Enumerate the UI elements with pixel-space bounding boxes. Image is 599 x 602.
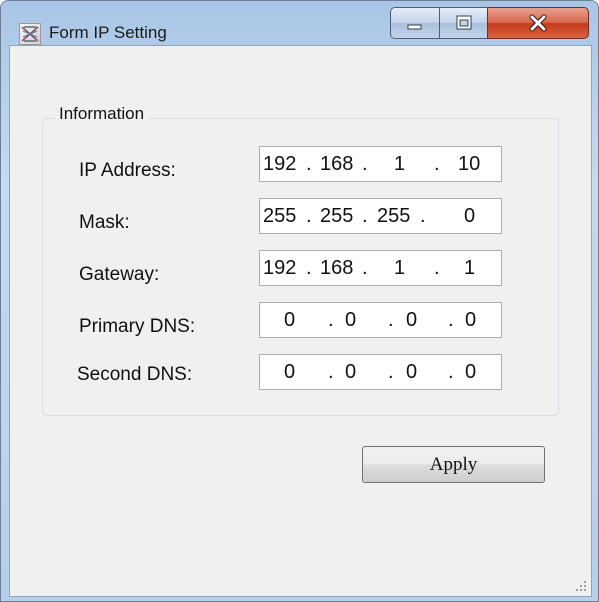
mask-label: Mask: [79, 212, 130, 233]
primary-dns-octet-4: 0 [465, 309, 477, 331]
apply-button[interactable]: Apply [362, 446, 545, 483]
primary-dns-octet-3: 0 [406, 309, 418, 331]
minimize-icon [407, 24, 422, 30]
gateway-octet-4: 1 [464, 257, 476, 279]
primary-dns-label: Primary DNS: [79, 316, 196, 337]
gateway-dot-3: . [434, 257, 440, 279]
close-icon [529, 14, 547, 32]
second-dns-octet-3: 0 [406, 361, 418, 383]
client-area: Information IP Address: 192 . 168 . 1 . … [9, 45, 592, 597]
mask-field[interactable]: 255 . 255 . 255 . 0 [259, 198, 502, 234]
primary-dns-field[interactable]: 0 . 0 . 0 . 0 [259, 302, 502, 338]
ip-dot-2: . [362, 153, 368, 175]
ip-address-field[interactable]: 192 . 168 . 1 . 10 [259, 146, 502, 182]
ip-dot-1: . [306, 153, 312, 175]
caption-buttons [390, 7, 589, 39]
gateway-field[interactable]: 192 . 168 . 1 . 1 [259, 250, 502, 286]
second-dns-octet-2: 0 [345, 361, 357, 383]
mask-dot-2: . [362, 205, 368, 227]
ip-octet-1: 192 [263, 153, 297, 175]
primary-dns-octet-2: 0 [345, 309, 357, 331]
ip-octet-3: 1 [394, 153, 406, 175]
window-title: Form IP Setting [49, 23, 167, 42]
second-dns-field[interactable]: 0 . 0 . 0 . 0 [259, 354, 502, 390]
form-ip-setting-window: Form IP Setting Information IP Address: … [0, 0, 599, 602]
primary-dns-octet-1: 0 [284, 309, 296, 331]
title-bar[interactable]: Form IP Setting [1, 1, 598, 45]
second-dns-octet-1: 0 [284, 361, 296, 383]
ip-dot-3: . [434, 153, 440, 175]
primary-dns-dot-3: . [448, 309, 454, 331]
gateway-octet-1: 192 [263, 257, 297, 279]
maximize-icon [456, 15, 471, 30]
second-dns-octet-4: 0 [465, 361, 477, 383]
gateway-octet-2: 168 [320, 257, 354, 279]
ip-octet-2: 168 [320, 153, 354, 175]
mask-dot-3: . [420, 205, 426, 227]
primary-dns-dot-1: . [328, 309, 334, 331]
gateway-dot-1: . [306, 257, 312, 279]
network-setup-icon[interactable] [19, 23, 41, 45]
groupbox-title: Information [55, 104, 149, 124]
close-button[interactable] [487, 7, 589, 39]
resize-grip-icon[interactable] [575, 580, 587, 592]
second-dns-dot-3: . [448, 361, 454, 383]
minimize-button[interactable] [390, 7, 440, 39]
mask-octet-1: 255 [263, 205, 297, 227]
ip-address-label: IP Address: [79, 160, 176, 181]
ip-octet-4: 10 [458, 153, 481, 175]
maximize-button[interactable] [439, 7, 488, 39]
gateway-dot-2: . [362, 257, 368, 279]
mask-octet-2: 255 [320, 205, 354, 227]
gateway-label: Gateway: [79, 264, 160, 285]
second-dns-label: Second DNS: [77, 364, 193, 385]
mask-octet-4: 0 [464, 205, 476, 227]
mask-dot-1: . [306, 205, 312, 227]
mask-octet-3: 255 [377, 205, 411, 227]
second-dns-dot-2: . [388, 361, 394, 383]
primary-dns-dot-2: . [388, 309, 394, 331]
second-dns-dot-1: . [328, 361, 334, 383]
gateway-octet-3: 1 [394, 257, 406, 279]
